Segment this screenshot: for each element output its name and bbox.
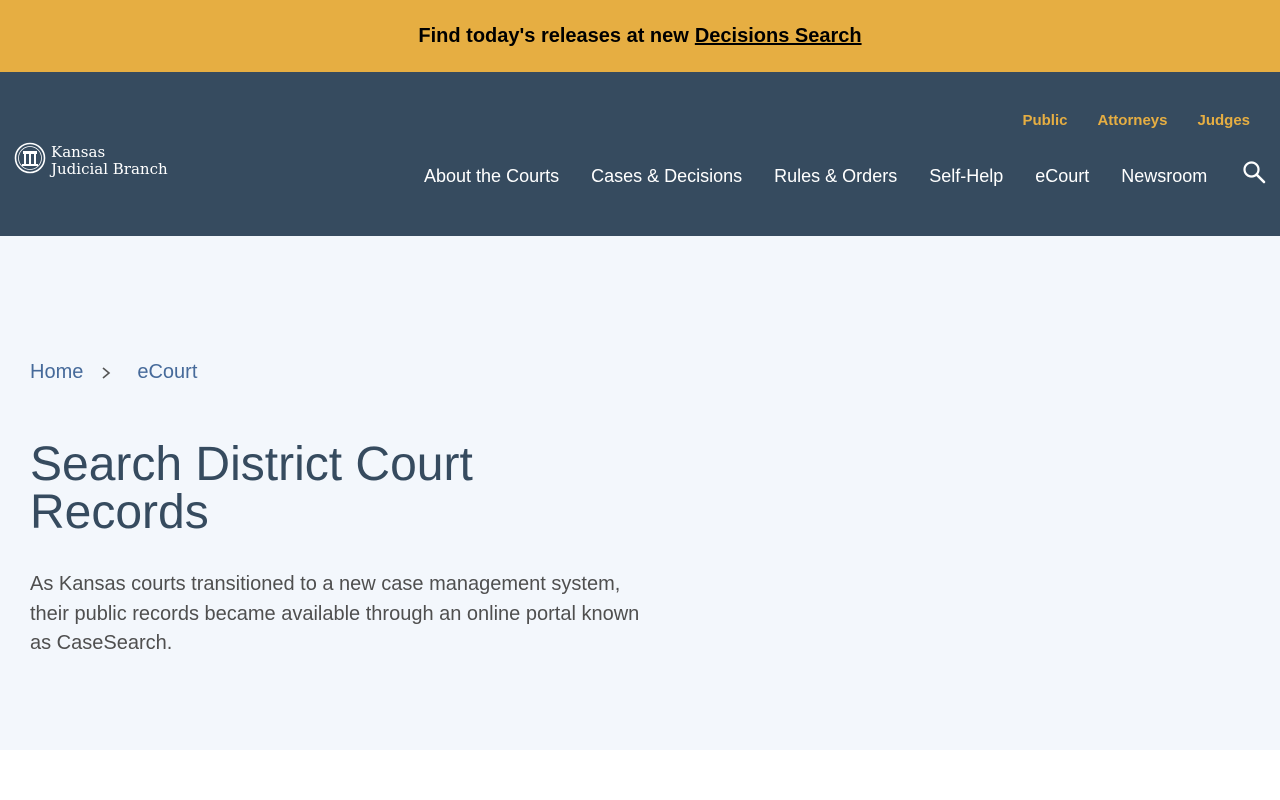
logo-wordmark: Kansas Judicial Branch [51,142,168,178]
logo-line-2: Judicial Branch [51,159,168,178]
nav-rules-orders[interactable]: Rules & Orders [758,166,913,187]
main-nav: About the Courts Cases & Decisions Rules… [408,166,1223,187]
site-header: Kansas Judicial Branch Public Attorneys … [0,72,1280,236]
nav-cases-decisions[interactable]: Cases & Decisions [575,166,758,187]
seal-icon [14,142,46,179]
breadcrumb-home[interactable]: Home [30,361,83,384]
nav-newsroom[interactable]: Newsroom [1105,166,1223,187]
site-logo[interactable]: Kansas Judicial Branch [14,142,168,179]
decisions-search-link[interactable]: Decisions Search [695,25,862,48]
breadcrumb-ecourt[interactable]: eCourt [137,361,197,384]
audience-link-judges[interactable]: Judges [1197,112,1250,129]
alert-text: Find today's releases at new [418,24,689,47]
page-title: Search District Court Records [30,438,473,539]
logo-line-1: Kansas [51,142,106,161]
audience-link-public[interactable]: Public [1022,112,1067,129]
intro-paragraph: As Kansas courts transitioned to a new c… [30,573,640,654]
hero-section: Home eCourt Search District Court Record… [0,236,1280,750]
nav-self-help[interactable]: Self-Help [913,166,1019,187]
nav-ecourt[interactable]: eCourt [1019,166,1105,187]
nav-about-the-courts[interactable]: About the Courts [408,166,575,187]
alert-banner: Find today's releases at new Decisions S… [0,0,1280,72]
audience-link-attorneys[interactable]: Attorneys [1097,112,1167,129]
audience-nav: Public Attorneys Judges [992,112,1250,129]
chevron-right-icon [101,366,111,380]
breadcrumb: Home eCourt [30,361,197,384]
search-icon[interactable] [1242,160,1266,184]
